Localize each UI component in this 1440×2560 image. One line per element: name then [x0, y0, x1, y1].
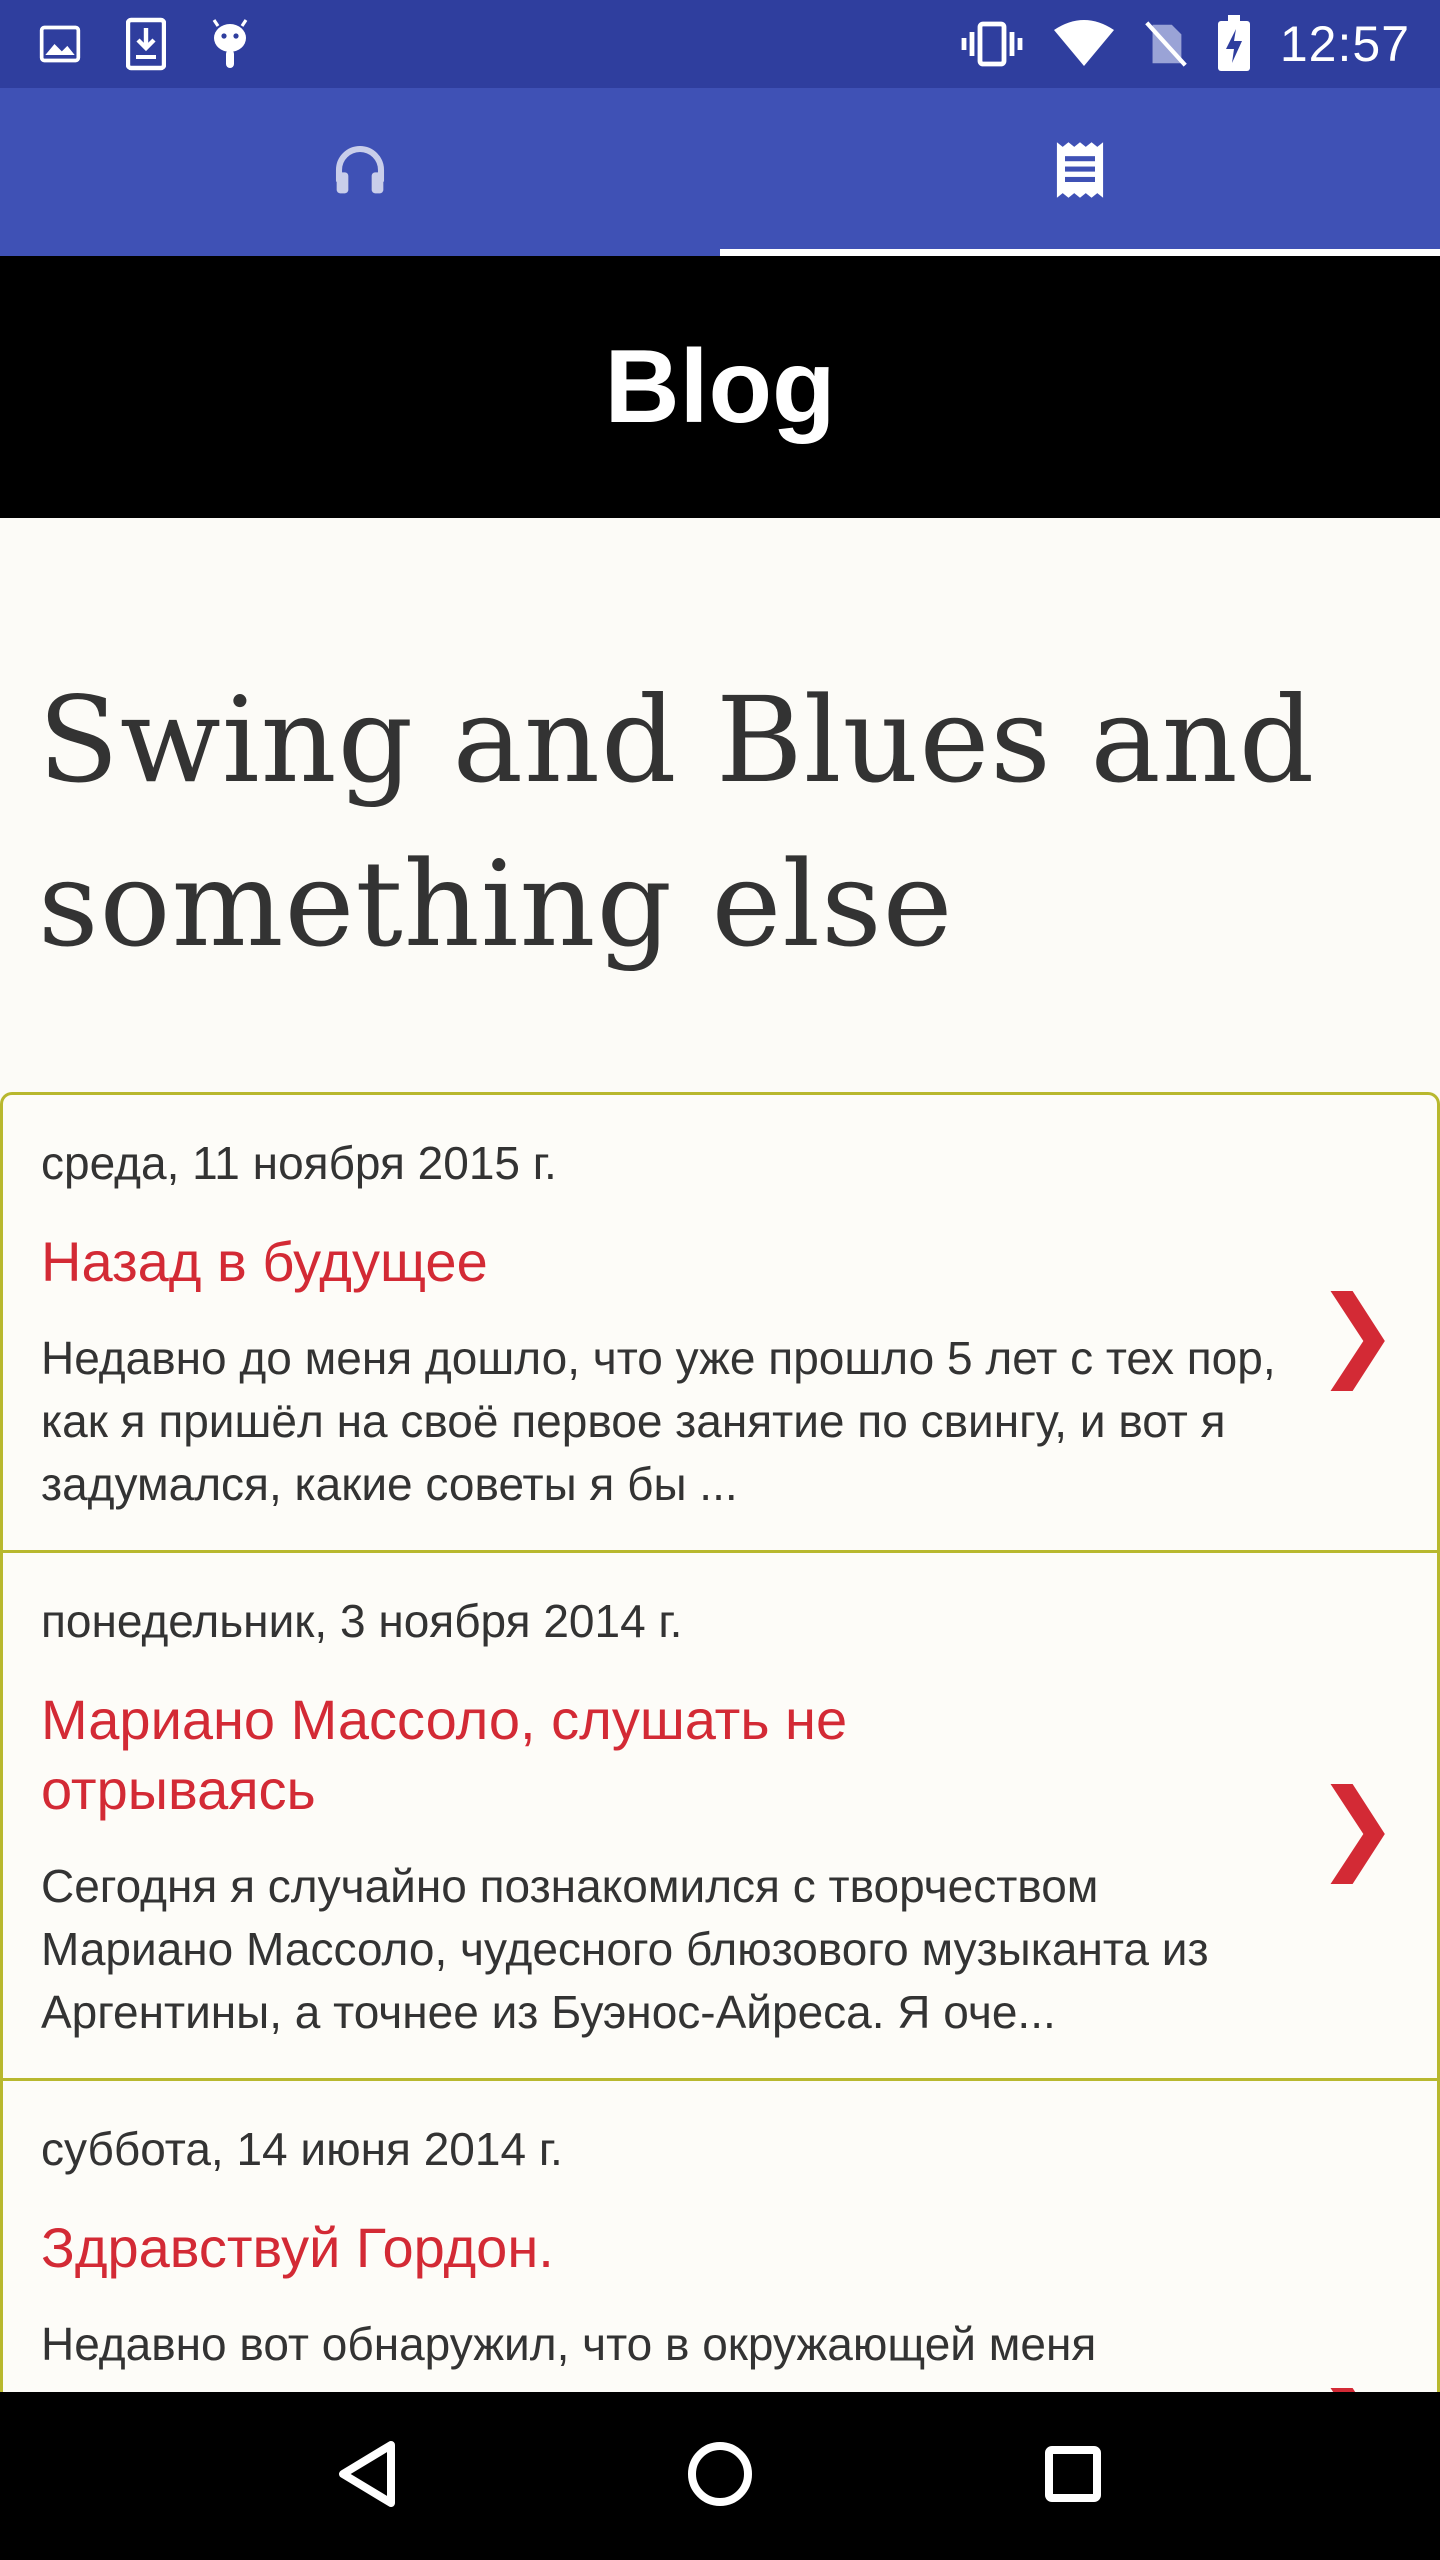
post-excerpt: Недавно вот обнаружил, что в окружающей … — [41, 2318, 1097, 2370]
download-icon — [126, 17, 166, 71]
post-excerpt: Сегодня я случайно познакомился с творче… — [41, 1860, 1209, 2038]
post-excerpt: Недавно до меня дошло, что уже прошло 5 … — [41, 1332, 1276, 1510]
no-sim-icon — [1144, 19, 1188, 69]
post-item[interactable]: среда, 11 ноября 2015 г. Назад в будущее… — [0, 1092, 1440, 1550]
status-left-icons — [38, 17, 294, 71]
recents-button[interactable] — [1013, 2416, 1133, 2536]
post-list: среда, 11 ноября 2015 г. Назад в будущее… — [0, 1092, 1440, 2392]
tab-blog[interactable] — [720, 88, 1440, 256]
header-title: Blog — [604, 328, 836, 445]
status-right-icons: 12:57 — [932, 15, 1410, 73]
status-bar: 12:57 — [0, 0, 1440, 88]
post-title[interactable]: Назад в будущее — [41, 1227, 1287, 1297]
tab-bar — [0, 88, 1440, 256]
page-title: Swing and Blues and something else — [38, 671, 1316, 973]
back-button[interactable] — [307, 2416, 427, 2536]
home-button[interactable] — [660, 2416, 780, 2536]
back-icon — [335, 2439, 399, 2514]
navigation-bar — [0, 2392, 1440, 2560]
blog-receipt-icon — [1054, 140, 1106, 205]
post-date: понедельник, 3 ноября 2014 г. — [41, 1595, 683, 1647]
post-date: суббота, 14 июня 2014 г. — [41, 2123, 563, 2175]
headphones-icon — [332, 142, 388, 203]
chevron-right-icon[interactable]: ❯ — [1315, 2380, 1399, 2393]
post-title[interactable]: Мариано Массоло, слушать не отрываясь — [41, 1685, 871, 1825]
chevron-right-icon[interactable]: ❯ — [1315, 1775, 1399, 1876]
battery-charging-icon — [1216, 15, 1252, 73]
post-item[interactable]: суббота, 14 июня 2014 г. Здравствуй Горд… — [0, 2078, 1440, 2392]
post-date: среда, 11 ноября 2015 г. — [41, 1137, 557, 1189]
android-icon — [210, 17, 250, 71]
content-area[interactable]: Swing and Blues and something else среда… — [0, 518, 1440, 2392]
vibrate-icon — [960, 20, 1024, 68]
blog-header: Blog — [0, 256, 1440, 518]
image-icon — [38, 22, 82, 66]
post-item[interactable]: понедельник, 3 ноября 2014 г. Мариано Ма… — [0, 1550, 1440, 2078]
tab-music[interactable] — [0, 88, 720, 256]
post-title[interactable]: Здравствуй Гордон. — [41, 2213, 1287, 2283]
wifi-icon — [1052, 19, 1116, 69]
recents-icon — [1044, 2445, 1102, 2508]
status-time: 12:57 — [1279, 16, 1410, 72]
home-icon — [687, 2441, 753, 2512]
chevron-right-icon[interactable]: ❯ — [1315, 1282, 1399, 1383]
